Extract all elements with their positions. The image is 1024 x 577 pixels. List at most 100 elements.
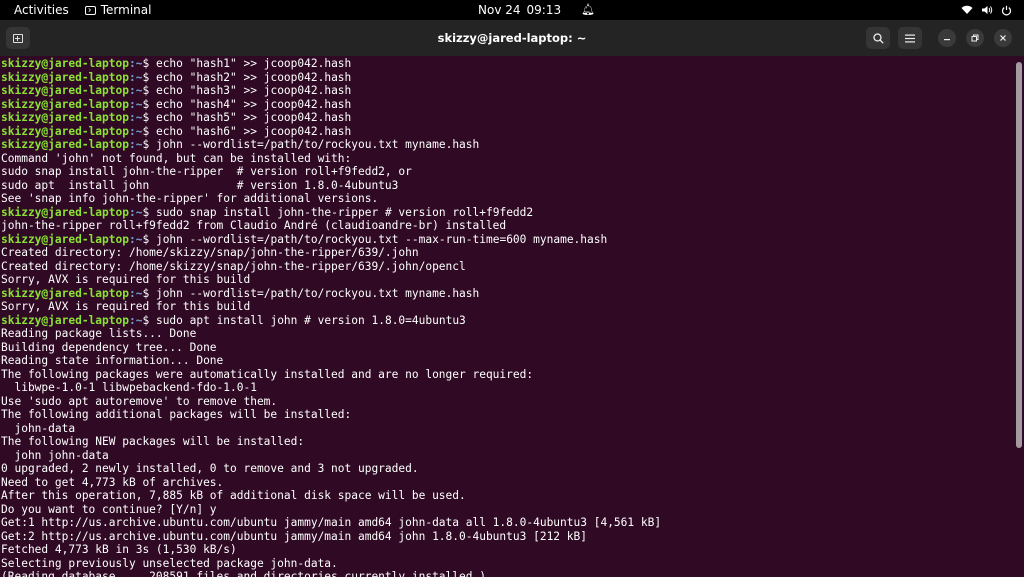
- terminal-command-line: skizzy@jared-laptop:~$ john --wordlist=/…: [0, 287, 1016, 301]
- prompt-path: :~: [128, 313, 143, 327]
- terminal-output-line: Building dependency tree... Done: [1, 340, 217, 354]
- wifi-icon: [961, 5, 973, 14]
- bell-icon: 🔔︎: [581, 3, 596, 16]
- command-text: echo "hash4" >> jcoop042.hash: [155, 97, 352, 111]
- terminal-output-line: Created directory: /home/skizzy/snap/joh…: [1, 246, 419, 259]
- prompt-path: :~: [128, 286, 143, 300]
- close-button[interactable]: [994, 29, 1012, 47]
- prompt-user-host: skizzy@jared-laptop: [1, 313, 129, 327]
- terminal-output-line: Need to get 4,773 kB of archives.: [1, 475, 224, 489]
- prompt-user-host: skizzy@jared-laptop: [1, 286, 129, 300]
- terminal-output-line: john-data: [1, 421, 76, 435]
- command-text: john --wordlist=/path/to/rockyou.txt myn…: [155, 138, 480, 151]
- maximize-icon: [971, 34, 979, 42]
- prompt-user-host: skizzy@jared-laptop: [1, 57, 129, 70]
- prompt-path: :~: [128, 124, 143, 138]
- power-icon: [1001, 5, 1012, 15]
- command-text: echo "hash3" >> jcoop042.hash: [155, 84, 352, 97]
- terminal-output-line: Reading package lists... Done: [1, 327, 197, 340]
- terminal-output-line: Selecting previously unselected package …: [1, 556, 338, 570]
- terminal-output-line: 0 upgraded, 2 newly installed, 0 to remo…: [1, 462, 419, 475]
- prompt-symbol: $: [142, 313, 156, 327]
- prompt-user-host: skizzy@jared-laptop: [1, 205, 129, 219]
- terminal-output-line: sudo apt install john # version 1.8.0-4u…: [1, 178, 399, 192]
- terminal-output-line: sudo snap install john-the-ripper # vers…: [1, 165, 412, 178]
- command-text: john --wordlist=/path/to/rockyou.txt myn…: [155, 286, 480, 300]
- minimize-icon: [944, 39, 950, 41]
- terminal-output-line: Sorry, AVX is required for this build: [1, 300, 251, 313]
- terminal-output-line: Command 'john' not found, but can be ins…: [1, 151, 352, 165]
- terminal-output-line: Reading state information... Done: [1, 354, 224, 367]
- terminal-output-line: Get:1 http://us.archive.ubuntu.com/ubunt…: [1, 516, 662, 529]
- prompt-path: :~: [128, 205, 143, 219]
- prompt-symbol: $: [142, 205, 156, 219]
- command-text: echo "hash5" >> jcoop042.hash: [155, 111, 352, 124]
- prompt-path: :~: [128, 138, 143, 151]
- prompt-symbol: $: [142, 124, 156, 138]
- prompt-symbol: $: [142, 97, 156, 111]
- command-text: echo "hash1" >> jcoop042.hash: [155, 57, 352, 70]
- prompt-user-host: skizzy@jared-laptop: [1, 124, 129, 138]
- clock-time: 09:13: [526, 3, 562, 17]
- terminal-header-bar: skizzy@jared-laptop: ~: [0, 20, 1024, 56]
- terminal-output-line: After this operation, 7,885 kB of additi…: [1, 489, 466, 502]
- app-menu-label: Terminal: [100, 3, 152, 17]
- volume-icon: [982, 6, 993, 14]
- terminal-output-line: Get:2 http://us.archive.ubuntu.com/ubunt…: [1, 529, 587, 543]
- search-icon: [872, 32, 884, 44]
- command-text: sudo snap install john-the-ripper # vers…: [155, 205, 534, 219]
- terminal-command-line: skizzy@jared-laptop:~$ echo "hash4" >> j…: [0, 98, 1016, 112]
- terminal-output-line: Do you want to continue? [Y/n] y: [1, 502, 217, 516]
- prompt-symbol: $: [142, 70, 156, 84]
- terminal-output[interactable]: skizzy@jared-laptop:~$ echo "hash1" >> j…: [0, 56, 1016, 577]
- terminal-output-line: john-the-ripper roll+f9fedd2 from Claudi…: [1, 219, 507, 232]
- prompt-path: :~: [128, 57, 143, 70]
- terminal-output-line: john john-data: [1, 448, 109, 462]
- terminal-output-line: The following NEW packages will be insta…: [1, 435, 305, 448]
- prompt-user-host: skizzy@jared-laptop: [1, 70, 129, 84]
- terminal-command-line: skizzy@jared-laptop:~$ echo "hash3" >> j…: [0, 84, 1016, 98]
- terminal-output-line: See 'snap info john-the-ripper' for addi…: [1, 192, 379, 205]
- terminal-command-line: skizzy@jared-laptop:~$ sudo snap install…: [0, 206, 1016, 220]
- prompt-user-host: skizzy@jared-laptop: [1, 97, 129, 111]
- terminal-command-line: skizzy@jared-laptop:~$ john --wordlist=/…: [0, 138, 1016, 152]
- command-text: echo "hash2" >> jcoop042.hash: [155, 70, 352, 84]
- prompt-user-host: skizzy@jared-laptop: [1, 138, 129, 151]
- terminal-output-line: Fetched 4,773 kB in 3s (1,530 kB/s): [1, 543, 237, 556]
- prompt-path: :~: [128, 97, 143, 111]
- prompt-symbol: $: [142, 286, 156, 300]
- hamburger-menu-icon: [905, 34, 915, 42]
- terminal-command-line: skizzy@jared-laptop:~$ john --wordlist=/…: [0, 233, 1016, 247]
- prompt-user-host: skizzy@jared-laptop: [1, 111, 129, 124]
- activities-button[interactable]: Activities: [0, 0, 83, 20]
- menu-button[interactable]: [898, 27, 922, 49]
- terminal-command-line: skizzy@jared-laptop:~$ echo "hash5" >> j…: [0, 111, 1016, 125]
- prompt-user-host: skizzy@jared-laptop: [1, 84, 129, 97]
- system-top-bar: Activities Terminal Nov 24 09:13 🔔︎: [0, 0, 1024, 20]
- terminal-output-line: Sorry, AVX is required for this build: [1, 273, 251, 286]
- terminal-command-line: skizzy@jared-laptop:~$ echo "hash1" >> j…: [0, 57, 1016, 71]
- system-tray[interactable]: [961, 0, 1012, 20]
- prompt-path: :~: [128, 232, 143, 246]
- command-text: echo "hash6" >> jcoop042.hash: [155, 124, 352, 138]
- terminal-command-line: skizzy@jared-laptop:~$ echo "hash6" >> j…: [0, 125, 1016, 139]
- prompt-symbol: $: [142, 232, 156, 246]
- minimize-button[interactable]: [938, 29, 956, 47]
- prompt-symbol: $: [142, 57, 156, 70]
- search-button[interactable]: [866, 27, 890, 49]
- command-text: john --wordlist=/path/to/rockyou.txt --m…: [155, 232, 608, 246]
- terminal-command-line: skizzy@jared-laptop:~$ echo "hash2" >> j…: [0, 71, 1016, 85]
- prompt-path: :~: [128, 84, 143, 97]
- prompt-path: :~: [128, 111, 143, 124]
- prompt-symbol: $: [142, 111, 156, 124]
- maximize-button[interactable]: [966, 29, 984, 47]
- prompt-path: :~: [128, 70, 143, 84]
- clock-date: Nov 24: [478, 3, 521, 17]
- terminal-scrollbar[interactable]: [1016, 62, 1022, 448]
- close-icon: [1000, 35, 1006, 41]
- prompt-symbol: $: [142, 84, 156, 97]
- clock-button[interactable]: Nov 24 09:13 🔔︎: [478, 0, 595, 20]
- terminal-command-line: skizzy@jared-laptop:~$ sudo apt install …: [0, 314, 1016, 328]
- terminal-output-line: The following packages were automaticall…: [1, 367, 534, 381]
- app-menu-terminal[interactable]: Terminal: [83, 0, 152, 20]
